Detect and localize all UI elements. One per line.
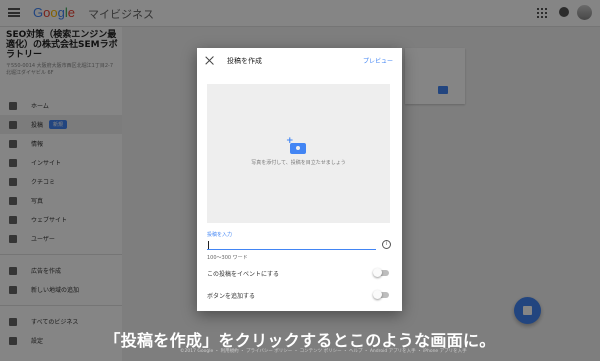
event-toggle-label: この投稿をイベントにする bbox=[207, 271, 280, 278]
photo-upload-area[interactable]: + 写真を添付して、投稿を目立たせましょう bbox=[207, 84, 390, 223]
button-toggle[interactable] bbox=[373, 290, 389, 299]
close-icon[interactable] bbox=[205, 56, 214, 65]
caption-overlay: 「投稿を作成」をクリックするとこのような画面に。 bbox=[104, 331, 496, 350]
button-toggle-row: ボタンを追加する bbox=[207, 290, 392, 302]
post-text-input[interactable] bbox=[207, 241, 376, 250]
preview-button[interactable]: プレビュー bbox=[363, 56, 393, 65]
text-caret bbox=[208, 241, 209, 249]
dialog-title: 投稿を作成 bbox=[227, 57, 262, 65]
photo-hint: 写真を添付して、投稿を目立たせましょう bbox=[251, 160, 346, 166]
info-icon[interactable]: i bbox=[382, 240, 391, 249]
post-input-label: 投稿を入力 bbox=[207, 232, 233, 238]
create-post-dialog: 投稿を作成 プレビュー + 写真を添付して、投稿を目立たせましょう 投稿を入力 … bbox=[197, 48, 402, 311]
event-toggle[interactable] bbox=[373, 268, 389, 277]
app-window: Google マイビジネス SEO対策（検索エンジン最適化）の株式会社SEMラボ… bbox=[0, 0, 600, 361]
word-count-hint: 100〜300 ワード bbox=[207, 255, 248, 261]
event-toggle-row: この投稿をイベントにする bbox=[207, 268, 392, 280]
add-photo-icon[interactable]: + bbox=[286, 137, 308, 155]
button-toggle-label: ボタンを追加する bbox=[207, 293, 256, 300]
